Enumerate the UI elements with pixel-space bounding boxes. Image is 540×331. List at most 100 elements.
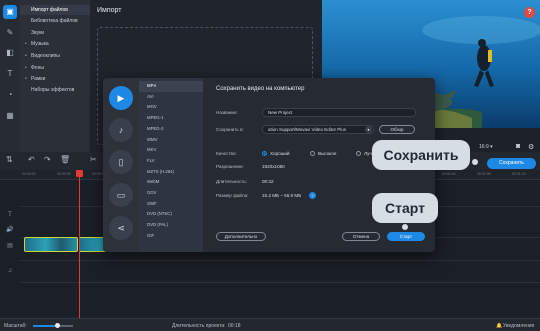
share-icon[interactable]: ⋖	[109, 216, 133, 240]
video-icon[interactable]: ▶	[109, 86, 133, 110]
playhead[interactable]	[79, 170, 80, 331]
project-duration-label: Длительность проекта:	[172, 323, 226, 329]
import-title: Импорт	[97, 7, 122, 14]
save-to-field[interactable]: ation Support/Movavi Video Editor Plus	[262, 125, 374, 134]
name-label: Название:	[216, 110, 238, 115]
filesize-label: Размер файла:	[216, 193, 249, 198]
track-divider	[20, 260, 540, 261]
format-item[interactable]: MOV	[139, 102, 203, 113]
ruler-tick-label: 00:01:10	[512, 172, 526, 176]
title-track-icon: T	[8, 212, 12, 218]
filters-icon[interactable]: ◧	[3, 46, 17, 60]
start-button[interactable]: Старт	[387, 232, 425, 241]
zoom-slider-knob[interactable]	[55, 323, 61, 328]
format-item[interactable]: WMV	[139, 135, 203, 146]
ruler-tick-label: 00:01:00	[442, 172, 456, 176]
transitions-icon[interactable]: ◔	[3, 88, 17, 102]
start-callout: Старт	[372, 193, 438, 223]
format-item[interactable]: OGV	[139, 188, 203, 199]
quality-label: Качество:	[216, 151, 237, 156]
format-item[interactable]: MKV	[139, 145, 203, 156]
cut-icon[interactable]: ✂	[90, 155, 97, 164]
snapshot-icon[interactable]: ◙	[516, 143, 520, 150]
save-to-label: Сохранить в:	[216, 127, 244, 132]
save-callout-pointer	[472, 159, 478, 165]
stickers-icon[interactable]: ▦	[3, 109, 17, 123]
format-item[interactable]: MP4	[139, 81, 203, 92]
video-track-icon: ▤	[7, 243, 13, 249]
save-callout: Сохранить	[372, 140, 470, 170]
menu-item-file-library[interactable]: Библиотека файлов	[20, 16, 90, 26]
zoom-slider-fill	[33, 325, 58, 327]
ruler-tick-label: 00:00:05	[57, 172, 71, 176]
gear-icon[interactable]: ⚙	[528, 143, 534, 151]
notifications-link[interactable]: Уведомления	[503, 323, 534, 329]
format-list: MP4 AVI MOV MPEG-1 MPEG-2 WMV MKV FLV M2TS (H.26…	[139, 78, 203, 252]
chevron-down-icon[interactable]: ▾	[365, 126, 372, 133]
quality-radio-high[interactable]	[310, 151, 315, 156]
format-item[interactable]: MPEG-1	[139, 113, 203, 124]
format-item[interactable]: DVD (PAL)	[139, 220, 203, 231]
menu-item-videoclips[interactable]: Видеоклипы	[20, 51, 90, 61]
track-settings-icon[interactable]: ⇅	[6, 155, 13, 164]
zoom-slider[interactable]	[33, 323, 73, 328]
menu-item-effect-packs[interactable]: Наборы эффектов	[20, 85, 90, 95]
menu-item-music[interactable]: Музыка	[20, 39, 90, 49]
advanced-button[interactable]: Дополнительно	[216, 232, 266, 241]
dialog-title: Сохранить видео на компьютер	[216, 86, 305, 92]
undo-icon[interactable]: ↶	[28, 155, 35, 164]
music-icon[interactable]: ♪	[109, 118, 133, 142]
track-divider	[20, 282, 540, 283]
menu-item-import-files[interactable]: Импорт файлов	[20, 5, 90, 15]
redo-icon[interactable]: ↷	[44, 155, 51, 164]
export-category-rail: ▶ ♪ ▯ ▭ ⋖	[103, 78, 139, 252]
export-button[interactable]: Сохранить	[487, 158, 536, 169]
filesize-value: 15.2 МБ – 56.9 МБ	[262, 193, 302, 198]
quality-radio-good[interactable]	[262, 151, 267, 156]
format-item[interactable]: DVD (NTSC)	[139, 209, 203, 220]
ruler-tick-label: 00:00:00	[22, 172, 36, 176]
format-item[interactable]: GIF	[139, 231, 203, 242]
duration-label: Длительность:	[216, 179, 248, 184]
browse-button[interactable]: Обзор	[379, 125, 415, 134]
quality-option-high[interactable]: Высокое	[318, 151, 336, 156]
video-editor-app: ▣ ✎ ◧ T ◔ ▦ Импорт файлов Библиотека фай…	[0, 0, 540, 331]
quality-option-good[interactable]: Хороший	[270, 151, 290, 156]
quality-radio-best[interactable]	[356, 151, 361, 156]
menu-item-backgrounds[interactable]: Фоны	[20, 63, 90, 73]
aspect-ratio-value: 16:9	[479, 144, 489, 150]
delete-icon[interactable]: 🗑	[60, 155, 70, 164]
start-callout-pointer	[402, 224, 408, 230]
format-item[interactable]: SWF	[139, 199, 203, 210]
scale-label: Масштаб:	[4, 323, 27, 329]
tv-icon[interactable]: ▭	[109, 183, 133, 207]
duration-value: 00:32	[262, 179, 274, 184]
project-duration-value: 00:18	[228, 323, 241, 329]
ruler-tick-label: 00:01:05	[477, 172, 491, 176]
format-item[interactable]: FLV	[139, 156, 203, 167]
titles-icon[interactable]: T	[3, 67, 17, 81]
format-item[interactable]: M2TS (H.264)	[139, 167, 203, 178]
video-clip[interactable]	[24, 237, 78, 252]
import-icon[interactable]: ▣	[3, 5, 17, 19]
resolution-value: 1920x1080	[262, 164, 285, 169]
cancel-button[interactable]: Отмена	[342, 232, 380, 241]
resolution-label: Разрешение:	[216, 164, 244, 169]
audio-track-icon: 🔊	[6, 227, 14, 233]
help-button[interactable]: ?	[524, 7, 535, 18]
music-track-icon: ♫	[7, 268, 13, 274]
format-item[interactable]: MPEG-2	[139, 124, 203, 135]
playhead-handle[interactable]	[76, 170, 83, 177]
menu-item-sounds[interactable]: Звуки	[20, 28, 90, 38]
format-item[interactable]: AVI	[139, 92, 203, 103]
info-icon[interactable]: ?	[309, 192, 316, 199]
format-item[interactable]: WebM	[139, 177, 203, 188]
aspect-ratio-select[interactable]: 16:9 ▾	[479, 144, 493, 150]
name-field[interactable]: New Project	[262, 108, 416, 117]
wand-icon[interactable]: ✎	[3, 26, 17, 40]
notifications-icon[interactable]: 🔔	[496, 323, 502, 329]
import-menu: Импорт файлов Библиотека файлов Звуки Му…	[20, 0, 90, 152]
tool-rail: ▣ ✎ ◧ T ◔ ▦	[0, 0, 20, 152]
menu-item-frames[interactable]: Рамки	[20, 74, 90, 84]
devices-icon[interactable]: ▯	[109, 150, 133, 174]
